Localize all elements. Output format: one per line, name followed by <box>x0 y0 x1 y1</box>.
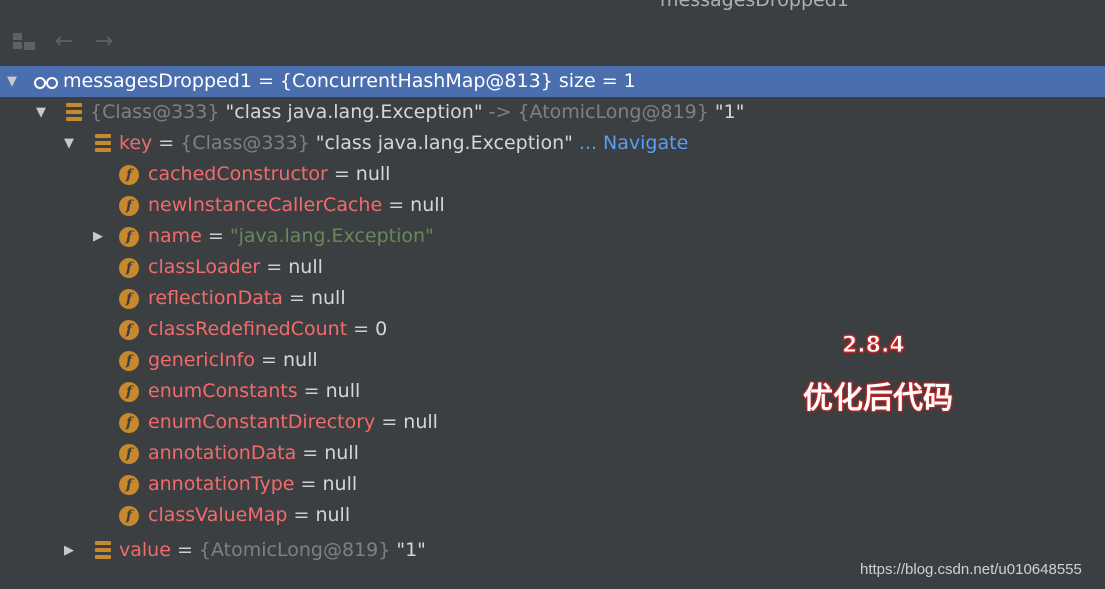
annotation-text: 优化后代码 <box>803 381 953 416</box>
tree-row-field[interactable]: f classLoader = null <box>0 252 1105 283</box>
tree-row-field[interactable]: f cachedConstructor = null <box>0 159 1105 190</box>
expand-right-icon[interactable]: ▶ <box>62 543 76 558</box>
debug-toolbar: ← → <box>0 18 1105 64</box>
watermark: https://blog.csdn.net/u010648555 <box>860 561 1082 578</box>
tree-row-field[interactable]: f newInstanceCallerCache = null <box>0 190 1105 221</box>
root-label: messagesDropped1 = {ConcurrentHashMap@81… <box>63 70 636 92</box>
field-icon: f <box>119 289 139 309</box>
root-value: {ConcurrentHashMap@813} <box>279 70 553 92</box>
field-icon: f <box>119 196 139 216</box>
forward-arrow-icon[interactable]: → <box>90 28 118 54</box>
expand-down-icon[interactable]: ▼ <box>34 105 48 120</box>
tree-row-field[interactable]: f classRedefinedCount = 0 <box>0 314 1105 345</box>
tree-row-field[interactable]: f classValueMap = null <box>0 500 1105 531</box>
value-list-icon <box>95 541 111 559</box>
annotation-number: 2.8.4 <box>842 333 906 359</box>
navigate-link[interactable]: ... Navigate <box>573 132 688 154</box>
field-icon: f <box>119 413 139 433</box>
tree-row-key[interactable]: ▼ key = {Class@333} "class java.lang.Exc… <box>0 128 1105 159</box>
field-icon: f <box>119 227 139 247</box>
group-icon[interactable] <box>10 28 38 54</box>
field-icon: f <box>119 320 139 340</box>
field-icon: f <box>119 506 139 526</box>
root-size: size = 1 <box>552 70 636 92</box>
key-list-icon <box>95 134 111 152</box>
tree-row-field[interactable]: f annotationType = null <box>0 469 1105 500</box>
expand-down-icon[interactable]: ▼ <box>5 74 19 89</box>
root-name: messagesDropped1 <box>63 70 252 92</box>
field-icon: f <box>119 165 139 185</box>
tree-row-root[interactable]: ▼ messagesDropped1 = {ConcurrentHashMap@… <box>0 66 1105 97</box>
key-label: key = {Class@333} "class java.lang.Excep… <box>119 132 689 154</box>
expand-right-icon[interactable]: ▶ <box>91 229 105 244</box>
entry-list-icon <box>66 103 82 121</box>
expand-down-icon[interactable]: ▼ <box>62 136 76 151</box>
window-title-bar: messagesDropped1 <box>0 0 1105 18</box>
field-icon: f <box>119 444 139 464</box>
tree-row-field[interactable]: f genericInfo = null <box>0 345 1105 376</box>
watch-glasses-icon <box>34 77 58 89</box>
tree-row-entry[interactable]: ▼ {Class@333} "class java.lang.Exception… <box>0 97 1105 128</box>
field-icon: f <box>119 351 139 371</box>
tree-row-field[interactable]: ▶ f name = "java.lang.Exception" <box>0 221 1105 252</box>
tree-row-field[interactable]: f annotationData = null <box>0 438 1105 469</box>
field-icon: f <box>119 475 139 495</box>
field-icon: f <box>119 382 139 402</box>
field-icon: f <box>119 258 139 278</box>
entry-label: {Class@333} "class java.lang.Exception" … <box>90 101 745 123</box>
window-title: messagesDropped1 <box>660 0 849 11</box>
back-arrow-icon[interactable]: ← <box>50 28 78 54</box>
tree-row-field[interactable]: f reflectionData = null <box>0 283 1105 314</box>
